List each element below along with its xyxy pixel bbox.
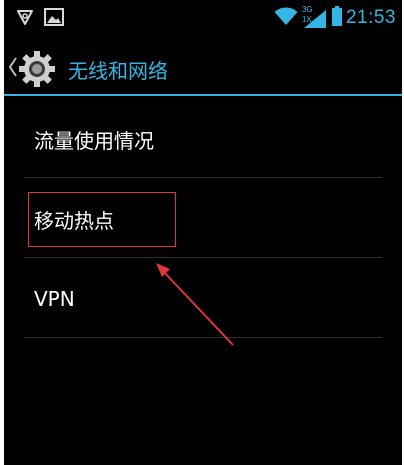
- phone-screen: 3G 1X 21:53 无线和网络 流量使用情况 移动热点 VPN: [4, 0, 402, 465]
- annotation-arrow: [156, 263, 234, 346]
